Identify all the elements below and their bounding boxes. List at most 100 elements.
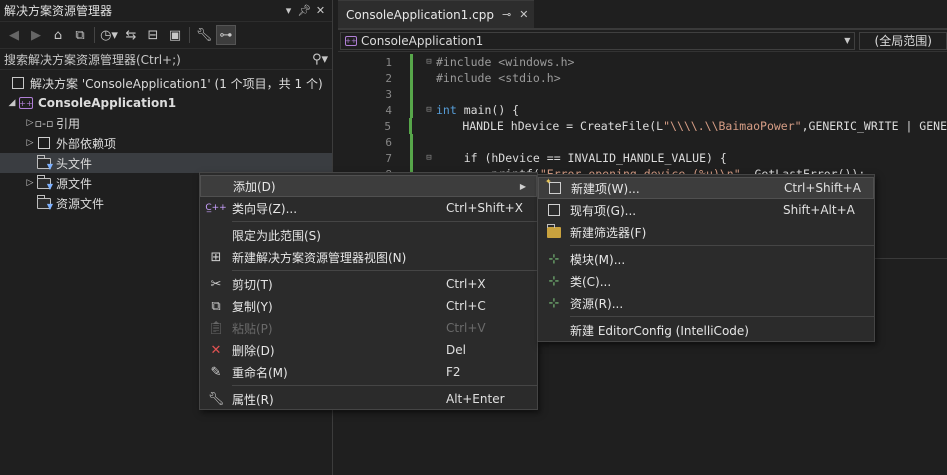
code-line: 2 #include <stdio.h> [385,70,561,86]
tab-consoleapplication1-cpp[interactable]: ConsoleApplication1.cpp ⊸ ✕ [338,0,535,28]
code-line: 5 HANDLE hDevice = CreateFile(L "\\\\.\\B… [384,118,947,134]
menu-item-new-filter[interactable]: 新建筛选器(F) [538,221,874,243]
module-icon: ⊹ [548,251,560,267]
toolbar-separator [94,27,95,43]
cut-icon: ✂ [210,276,222,292]
wrench-icon: 🔧︎ [207,391,225,407]
new-view-icon: ⊞ [210,249,222,265]
copy-icon: ⧉ [211,298,221,314]
navigation-bar: ++ ConsoleApplication1 ▼ (全局范围) [338,30,947,52]
menu-separator [232,221,537,222]
pending-changes-filter-icon[interactable]: ◷▾ [99,25,119,45]
tree-item-label: 外部依赖项 [56,136,117,151]
toolbar-separator [189,27,190,43]
tree-item-label: 资源文件 [56,196,105,211]
code-line: 3 [338,86,947,102]
menu-item-class[interactable]: ⊹ 类(C)... [538,270,874,292]
vcxproj-icon: ++ [19,97,33,109]
tree-item-external-dependencies[interactable]: ▷ 外部依赖项 [0,133,332,153]
existing-item-icon [538,204,570,216]
menu-item-paste[interactable]: 📋︎ 粘贴(P) Ctrl+V [200,317,537,339]
properties-wrench-icon[interactable]: 🔧︎ [194,25,214,45]
submenu-arrow-icon: ▶ [519,181,526,191]
search-input[interactable]: 搜索解决方案资源管理器(Ctrl+;) [4,51,312,68]
tab-title: ConsoleApplication1.cpp [346,7,494,22]
code-line: 4 ⊟ int main() { [385,102,520,118]
rename-icon: ✎ [210,364,222,380]
menu-item-new-item[interactable]: 新建项(W)... Ctrl+Shift+A [538,177,874,199]
vcxproj-icon: ++ [345,35,357,46]
close-tab-icon[interactable]: ✕ [519,8,528,21]
menu-item-delete[interactable]: ✕ 删除(D) Del [200,339,537,361]
menu-separator [232,385,537,386]
preview-selected-items-icon[interactable]: ⊶ [216,25,236,45]
home-icon[interactable]: ⌂ [48,25,68,45]
delete-icon: ✕ [210,342,222,358]
document-tab-bar: ConsoleApplication1.cpp ⊸ ✕ [338,0,947,30]
external-dependencies-icon [36,136,52,150]
project-scope-dropdown[interactable]: ++ ConsoleApplication1 ▼ [340,31,856,50]
close-icon[interactable]: ✕ [313,4,328,17]
switch-views-icon[interactable]: ⧉ [70,25,90,45]
pin-tab-icon[interactable]: ⊸ [502,8,511,21]
menu-item-add[interactable]: 添加(D) ▶ [200,175,537,197]
filter-folder-icon: ▼ [36,154,53,171]
filter-folder-icon: ▼ [36,174,53,191]
menu-item-module[interactable]: ⊹ 模块(M)... [538,248,874,270]
global-scope-dropdown[interactable]: (全局范围) [859,31,947,50]
new-filter-icon [538,223,570,238]
fold-toggle-icon[interactable]: ⊟ [422,105,436,115]
tree-item-label: 引用 [56,116,81,131]
menu-separator [570,245,874,246]
menu-item-resource[interactable]: ⊹ 资源(R)... [538,292,874,314]
tree-item-solution[interactable]: 解决方案 'ConsoleApplication1' (1 个项目，共 1 个) [0,73,332,93]
pin-icon[interactable]: 📌︎ [297,4,312,17]
expanded-arrow-icon[interactable]: ◢ [6,98,18,108]
chevron-down-icon[interactable]: ▼ [844,36,850,45]
menu-item-properties[interactable]: 🔧︎ 属性(R) Alt+Enter [200,388,537,410]
new-item-icon [539,177,571,194]
tree-item-label: ConsoleApplication1 [38,96,177,110]
menu-item-class-wizard[interactable]: C̲++ 类向导(Z)... Ctrl+Shift+X [200,197,537,219]
fold-toggle-icon[interactable]: ⊟ [422,153,436,163]
resource-icon: ⊹ [548,295,560,311]
global-scope-label: (全局范围) [874,34,932,48]
collapsed-arrow-icon[interactable]: ▷ [24,138,36,148]
tree-item-label: 头文件 [56,156,93,171]
menu-item-new-solution-explorer-view[interactable]: ⊞ 新建解决方案资源管理器视图(N) [200,246,537,268]
menu-item-copy[interactable]: ⧉ 复制(Y) Ctrl+C [200,295,537,317]
fold-toggle-icon[interactable]: ⊟ [422,57,436,67]
menu-item-rename[interactable]: ✎ 重命名(M) F2 [200,361,537,383]
show-all-files-icon[interactable]: ▣ [165,25,185,45]
forward-icon[interactable]: ▶ [26,25,46,45]
menu-item-new-editorconfig[interactable]: 新建 EditorConfig (IntelliCode) [538,319,874,341]
class-wizard-icon: C̲++ [205,203,227,213]
solution-icon [10,76,26,90]
tree-item-project[interactable]: ◢ ++ ConsoleApplication1 [0,93,332,113]
search-icon[interactable]: ⚲▾ [312,52,328,67]
collapsed-arrow-icon[interactable]: ▷ [24,178,36,188]
menu-separator [570,316,874,317]
solution-explorer-titlebar: 解决方案资源管理器 ▾ 📌︎ ✕ [0,0,332,22]
code-line: 1 ⊟ #include <windows.h> [385,54,575,70]
tree-item-references[interactable]: ▷ ▫‑▫ 引用 [0,113,332,133]
collapse-all-icon[interactable]: ⊟ [143,25,163,45]
menu-item-existing-item[interactable]: 现有项(G)... Shift+Alt+A [538,199,874,221]
add-submenu: 新建项(W)... Ctrl+Shift+A 现有项(G)... Shift+A… [537,174,875,342]
tree-item-label: 源文件 [56,176,93,191]
menu-separator [232,270,537,271]
solution-explorer-search[interactable]: 搜索解决方案资源管理器(Ctrl+;) ⚲▾ [0,48,332,70]
tree-item-header-files[interactable]: ▼ 头文件 [0,153,332,173]
menu-item-cut[interactable]: ✂ 剪切(T) Ctrl+X [200,273,537,295]
tree-item-label: 解决方案 'ConsoleApplication1' (1 个项目，共 1 个) [30,76,323,91]
project-scope-label: ConsoleApplication1 [361,33,484,48]
pin-dropdown-icon[interactable]: ▾ [281,4,296,17]
sync-with-document-icon[interactable]: ⇆ [121,25,141,45]
menu-item-scope-to-this[interactable]: 限定为此范围(S) [200,224,537,246]
solution-explorer-title: 解决方案资源管理器 [4,4,113,18]
references-icon: ▫‑▫ [34,116,54,130]
context-menu: 添加(D) ▶ C̲++ 类向导(Z)... Ctrl+Shift+X 限定为此… [199,172,538,410]
filter-folder-icon: ▼ [36,194,53,211]
back-icon[interactable]: ◀ [4,25,24,45]
class-icon: ⊹ [548,273,560,289]
